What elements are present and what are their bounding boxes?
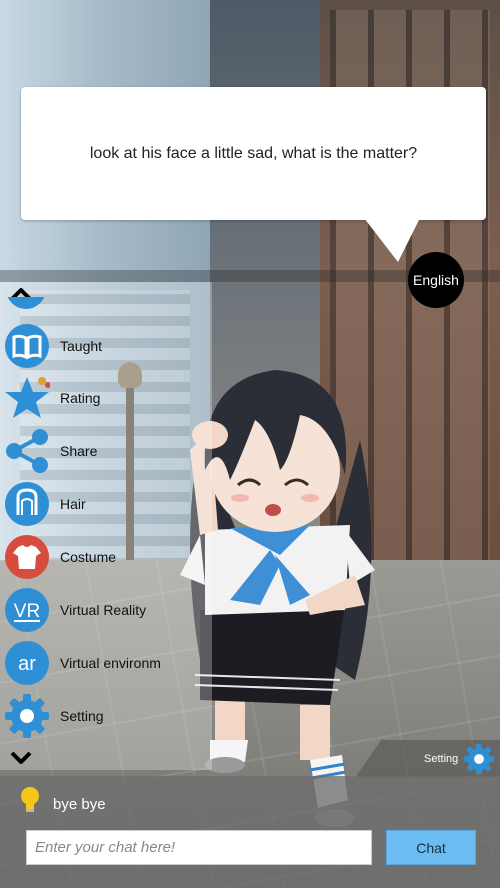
language-button[interactable]: English xyxy=(408,252,464,308)
shirt-icon xyxy=(5,535,49,579)
gear-icon xyxy=(5,694,49,738)
menu-item-virtual-environment[interactable]: ar Virtual environm xyxy=(0,639,212,689)
vr-icon: VR xyxy=(5,588,49,632)
setting-corner-label[interactable]: Setting xyxy=(424,753,458,765)
chevron-down-icon[interactable] xyxy=(10,751,32,765)
hidden-menu-icon-peek xyxy=(6,297,46,309)
menu-item-hair[interactable]: Hair xyxy=(0,480,212,530)
menu-item-share[interactable]: Share xyxy=(0,427,212,477)
menu-item-taught[interactable]: Taught xyxy=(0,322,212,372)
menu-label-virtual-reality: Virtual Reality xyxy=(60,602,147,618)
menu-label-hair: Hair xyxy=(60,496,86,512)
menu-label-share: Share xyxy=(60,443,98,459)
lightbulb-icon xyxy=(21,787,39,812)
menu-label-setting: Setting xyxy=(60,708,104,724)
ar-icon-text: ar xyxy=(18,653,36,675)
menu-label-rating: Rating xyxy=(60,390,101,406)
chat-send-button[interactable]: Chat xyxy=(386,830,476,865)
star-icon xyxy=(5,377,50,418)
menu-item-costume[interactable]: Costume xyxy=(0,533,212,583)
book-icon xyxy=(5,324,49,368)
vr-icon-text: VR xyxy=(14,601,40,622)
bot-reply-text: bye bye xyxy=(53,796,106,813)
speech-text: look at his face a little sad, what is t… xyxy=(89,144,418,162)
menu-label-costume: Costume xyxy=(60,549,117,565)
share-icon xyxy=(6,429,48,473)
menu-item-rating[interactable]: Rating xyxy=(0,374,212,424)
chat-input[interactable] xyxy=(26,830,372,865)
menu-item-virtual-reality[interactable]: VR Virtual Reality xyxy=(0,586,212,636)
hair-icon xyxy=(5,482,49,526)
menu-label-virtual-environment: Virtual environm xyxy=(60,655,160,671)
menu-item-setting[interactable]: Setting xyxy=(0,692,212,742)
ar-icon: ar xyxy=(5,641,49,685)
speech-bubble: look at his face a little sad, what is t… xyxy=(21,87,486,220)
gear-icon[interactable] xyxy=(463,743,495,775)
menu-label-taught: Taught xyxy=(60,338,103,354)
